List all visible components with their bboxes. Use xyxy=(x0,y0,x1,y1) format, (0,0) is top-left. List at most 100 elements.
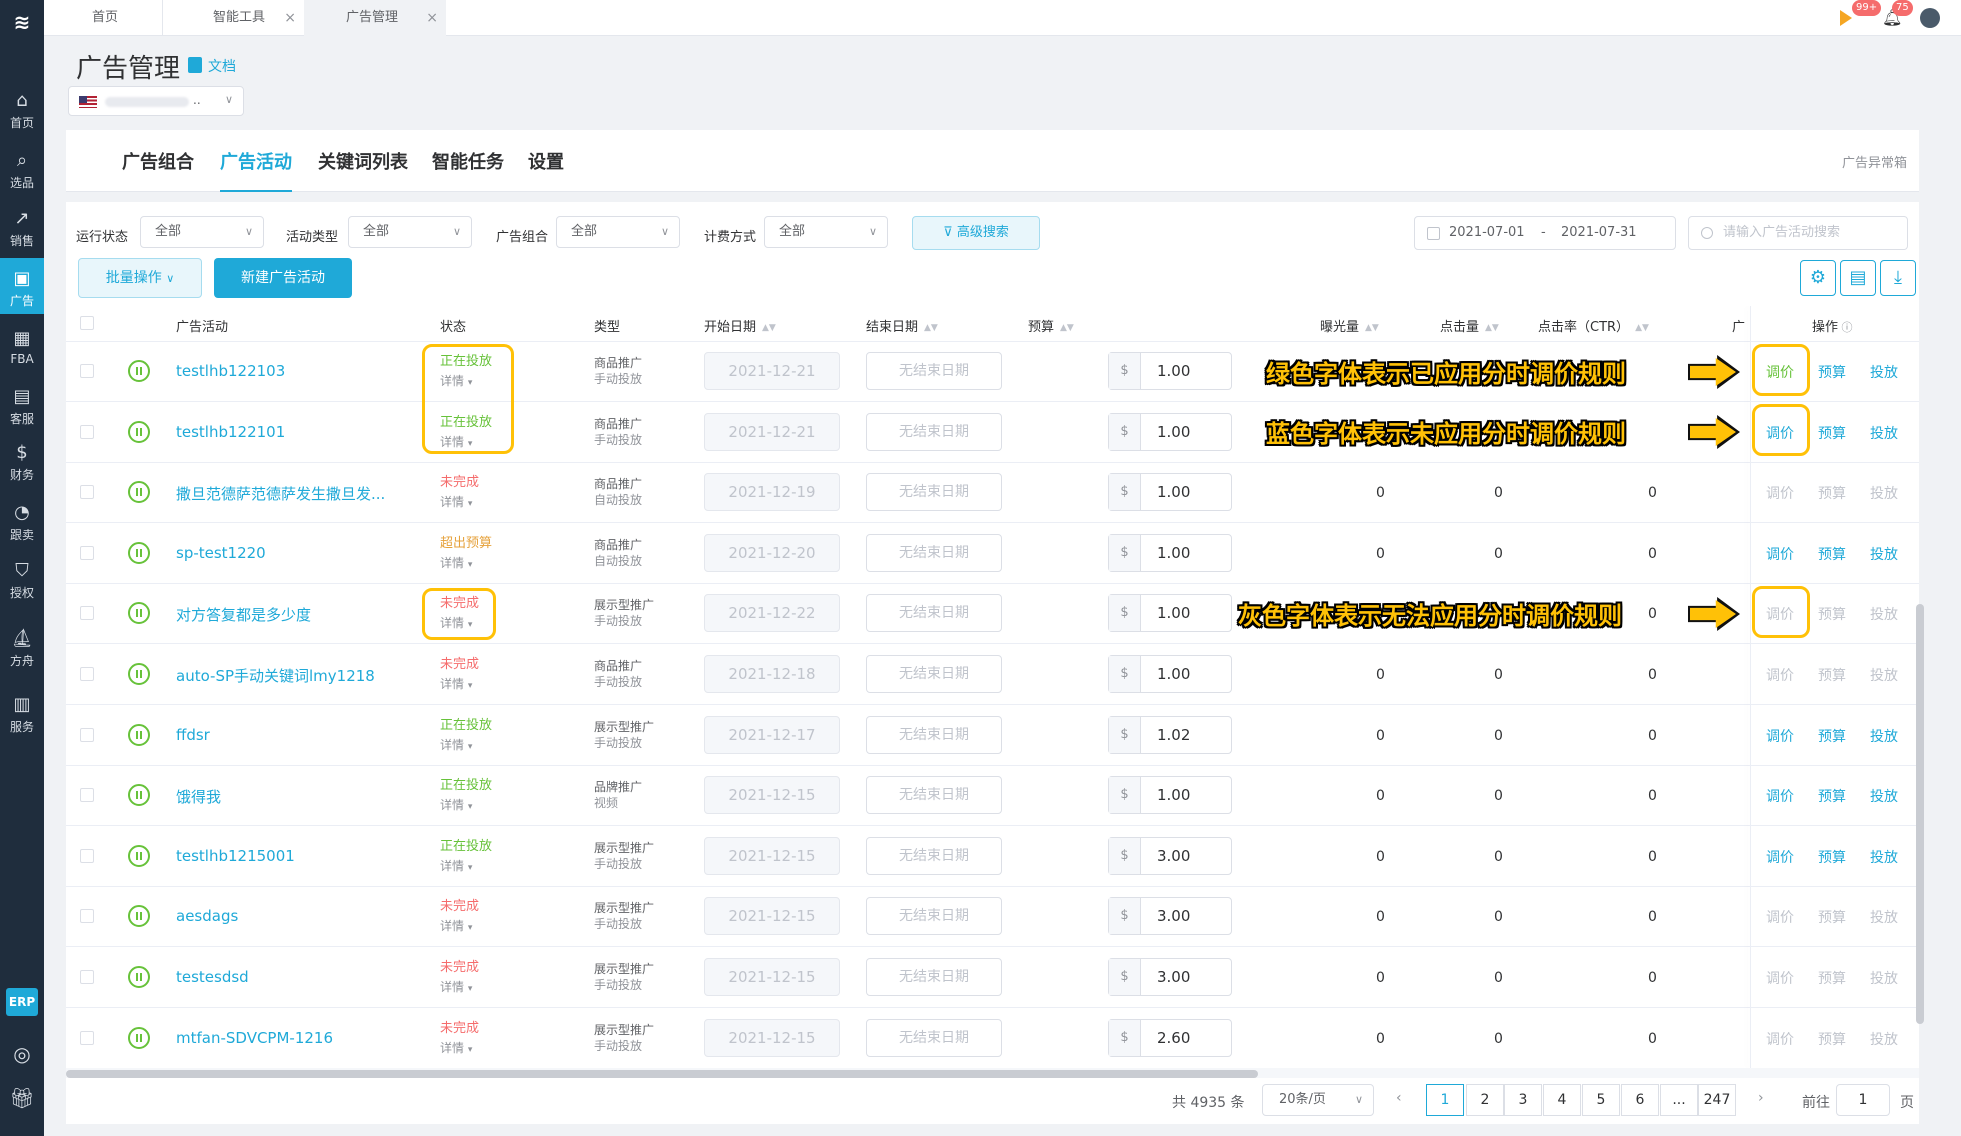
placement-link[interactable]: 投放 xyxy=(1870,726,1898,746)
new-campaign-button[interactable]: 新建广告活动 xyxy=(214,258,352,298)
end-date-field[interactable]: 无结束日期 xyxy=(866,412,1002,451)
bid-adjust-link[interactable]: 调价 xyxy=(1766,665,1794,685)
tab-keywords[interactable]: 关键词列表 xyxy=(318,148,408,192)
end-date-field[interactable]: 无结束日期 xyxy=(866,776,1002,815)
budget-input[interactable]: $1.02 xyxy=(1108,715,1232,754)
placement-link[interactable]: 投放 xyxy=(1870,907,1898,927)
sort-start-date[interactable]: 开始日期 ▲▼ xyxy=(704,316,776,335)
end-date-field[interactable]: 无结束日期 xyxy=(866,352,1002,390)
end-date-field[interactable]: 无结束日期 xyxy=(866,533,1002,572)
bid-adjust-link[interactable]: 调价 xyxy=(1766,544,1794,564)
status-detail-toggle[interactable]: 详情 ▾ xyxy=(440,736,472,753)
pause-icon[interactable] xyxy=(128,723,150,746)
tab-home[interactable]: 首页 xyxy=(44,0,162,36)
batch-actions-button[interactable]: 批量操作 ∨ xyxy=(78,258,202,298)
placement-link[interactable]: 投放 xyxy=(1870,483,1898,503)
sidebar-item-6[interactable]: $ 财务 xyxy=(0,432,44,488)
horizontal-scrollbar[interactable] xyxy=(66,1068,1919,1078)
flag-icon[interactable] xyxy=(1840,10,1852,26)
sidebar-item-8[interactable]: ⛉ 授权 xyxy=(0,550,44,606)
row-checkbox[interactable] xyxy=(80,1030,94,1045)
portfolio-select[interactable]: 全部 ∨ xyxy=(556,216,680,248)
tab-ad-management[interactable]: 广告管理 × xyxy=(304,0,446,36)
bid-adjust-link[interactable]: 调价 xyxy=(1766,847,1794,867)
sort-ctr[interactable]: 点击率（CTR） ▲▼ xyxy=(1538,316,1649,335)
sort-end-date[interactable]: 结束日期 ▲▼ xyxy=(866,316,938,335)
budget-input[interactable]: $1.00 xyxy=(1108,473,1232,512)
pause-icon[interactable] xyxy=(128,784,150,807)
scrollbar-thumb[interactable] xyxy=(66,1070,1258,1078)
status-detail-toggle[interactable]: 详情 ▾ xyxy=(440,554,472,571)
pause-icon[interactable] xyxy=(128,602,150,625)
gift-icon[interactable]: 🎁︎ xyxy=(0,1086,44,1110)
pause-icon[interactable] xyxy=(128,360,150,382)
tab-smart-tasks[interactable]: 智能任务 xyxy=(432,148,504,192)
campaign-name-link[interactable]: aesdags xyxy=(176,907,238,925)
campaign-name-link[interactable]: testlhb122101 xyxy=(176,423,285,441)
placement-link[interactable]: 投放 xyxy=(1870,665,1898,685)
budget-input[interactable]: $3.00 xyxy=(1108,836,1232,875)
placement-link[interactable]: 投放 xyxy=(1870,847,1898,867)
page-button[interactable]: 247 xyxy=(1698,1084,1736,1116)
select-all-checkbox[interactable] xyxy=(80,316,94,330)
campaign-name-link[interactable]: 撒旦范德萨范德萨发生撒旦发... xyxy=(176,483,385,504)
tab-portfolio[interactable]: 广告组合 xyxy=(122,148,194,192)
budget-input[interactable]: $1.00 xyxy=(1108,533,1232,572)
end-date-field[interactable]: 无结束日期 xyxy=(866,655,1002,693)
page-button[interactable]: 5 xyxy=(1582,1084,1620,1116)
budget-link[interactable]: 预算 xyxy=(1818,544,1846,564)
budget-input[interactable]: $3.00 xyxy=(1108,897,1232,936)
end-date-field[interactable]: 无结束日期 xyxy=(866,473,1002,512)
row-checkbox[interactable] xyxy=(80,667,94,681)
campaign-type-select[interactable]: 全部 ∨ xyxy=(348,216,472,248)
page-button[interactable]: 3 xyxy=(1504,1084,1542,1116)
end-date-field[interactable]: 无结束日期 xyxy=(866,715,1002,754)
sidebar-item-5[interactable]: ▤ 客服 xyxy=(0,376,44,432)
status-detail-toggle[interactable]: 详情 ▾ xyxy=(440,978,472,995)
status-detail-toggle[interactable]: 详情 ▾ xyxy=(440,675,472,692)
sort-budget[interactable]: 预算 ▲▼ xyxy=(1028,316,1074,335)
pause-icon[interactable] xyxy=(128,541,150,564)
row-checkbox[interactable] xyxy=(80,485,94,500)
end-date-field[interactable]: 无结束日期 xyxy=(866,958,1002,996)
campaign-name-link[interactable]: 对方答复都是多少度 xyxy=(176,604,311,625)
download-icon[interactable]: ⤓ xyxy=(1880,260,1916,296)
sidebar-item-10[interactable]: ▥ 服务 xyxy=(0,684,44,740)
budget-input[interactable]: $1.00 xyxy=(1108,352,1232,390)
page-size-select[interactable]: 20条/页 ∨ xyxy=(1262,1084,1374,1116)
sidebar-item-7[interactable]: ◔ 跟卖 xyxy=(0,492,44,548)
page-button[interactable]: 6 xyxy=(1621,1084,1659,1116)
sort-impressions[interactable]: 曝光量 ▲▼ xyxy=(1320,316,1379,335)
tab-campaigns[interactable]: 广告活动 xyxy=(220,148,292,192)
row-checkbox[interactable] xyxy=(80,727,94,742)
pause-icon[interactable] xyxy=(128,905,150,928)
run-status-select[interactable]: 全部 ∨ xyxy=(140,216,264,248)
budget-link[interactable]: 预算 xyxy=(1818,665,1846,685)
budget-link[interactable]: 预算 xyxy=(1818,362,1846,382)
end-date-field[interactable]: 无结束日期 xyxy=(866,594,1002,633)
bid-adjust-link[interactable]: 调价 xyxy=(1766,726,1794,746)
row-checkbox[interactable] xyxy=(80,606,94,621)
page-button[interactable]: 2 xyxy=(1466,1084,1504,1116)
budget-link[interactable]: 预算 xyxy=(1818,483,1846,503)
row-checkbox[interactable] xyxy=(80,545,94,560)
pause-icon[interactable] xyxy=(128,844,150,867)
campaign-name-link[interactable]: testlhb122103 xyxy=(176,362,285,380)
avatar[interactable] xyxy=(1920,8,1940,28)
placement-link[interactable]: 投放 xyxy=(1870,1029,1898,1049)
end-date-field[interactable]: 无结束日期 xyxy=(866,836,1002,875)
store-select[interactable]: .. ∨ xyxy=(68,86,244,116)
close-icon[interactable]: × xyxy=(426,0,438,36)
sidebar-item-1[interactable]: ⌕ 选品 xyxy=(0,140,44,196)
sort-clicks[interactable]: 点击量 ▲▼ xyxy=(1440,316,1499,335)
pause-icon[interactable] xyxy=(128,1026,150,1049)
placement-link[interactable]: 投放 xyxy=(1870,968,1898,988)
status-detail-toggle[interactable]: 详情 ▾ xyxy=(440,1039,472,1056)
placement-link[interactable]: 投放 xyxy=(1870,423,1898,443)
bid-adjust-link[interactable]: 调价 xyxy=(1766,483,1794,503)
sidebar-item-9[interactable]: ⛵︎ 方舟 xyxy=(0,618,44,674)
gear-icon[interactable]: ⚙ xyxy=(1800,260,1836,296)
placement-link[interactable]: 投放 xyxy=(1870,604,1898,624)
campaign-search-input[interactable]: 请输入广告活动搜索 xyxy=(1688,216,1908,250)
print-icon[interactable]: ▤ xyxy=(1840,260,1876,296)
